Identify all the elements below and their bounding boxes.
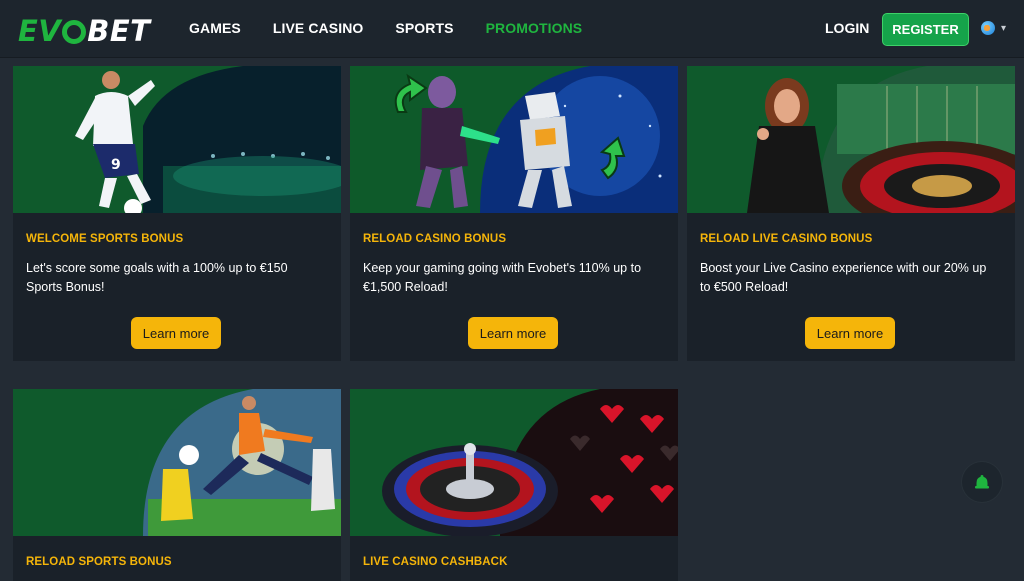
logo-text-bet: BET bbox=[87, 14, 151, 48]
support-chat-button[interactable] bbox=[962, 462, 1002, 502]
promo-title: WELCOME SPORTS BONUS bbox=[26, 233, 184, 245]
learn-more-button[interactable]: Learn more bbox=[805, 317, 895, 349]
alien-robot-space-image bbox=[350, 66, 678, 213]
nav-sports[interactable]: SPORTS bbox=[395, 20, 453, 36]
learn-more-button[interactable]: Learn more bbox=[468, 317, 558, 349]
promo-card-welcome-sports: 9 WELCOME SPORTS BONUS Let's score some … bbox=[13, 66, 341, 361]
promo-description: Boost your Live Casino experience with o… bbox=[700, 261, 987, 294]
register-button[interactable]: REGISTER bbox=[882, 13, 969, 46]
evobet-logo[interactable]: EV BET bbox=[18, 14, 150, 48]
promo-title: LIVE CASINO CASHBACK bbox=[363, 556, 508, 568]
promo-title: RELOAD SPORTS BONUS bbox=[26, 556, 172, 568]
language-selector[interactable]: ▾ bbox=[981, 21, 1006, 35]
promo-card-reload-sports: RELOAD SPORTS BONUS bbox=[13, 389, 341, 581]
nav-live-casino[interactable]: LIVE CASINO bbox=[273, 20, 364, 36]
svg-text:9: 9 bbox=[111, 157, 121, 173]
promo-description: Keep your gaming going with Evobet's 110… bbox=[363, 261, 642, 294]
main-nav: GAMES LIVE CASINO SPORTS PROMOTIONS bbox=[189, 20, 614, 36]
nav-games[interactable]: GAMES bbox=[189, 20, 241, 36]
promo-card-reload-casino: RELOAD CASINO BONUS Keep your gaming goi… bbox=[350, 66, 678, 361]
nav-promotions[interactable]: PROMOTIONS bbox=[486, 20, 583, 36]
promo-description: Let's score some goals with a 100% up to… bbox=[26, 261, 288, 294]
top-navigation-bar: EV BET GAMES LIVE CASINO SPORTS PROMOTIO… bbox=[0, 0, 1024, 58]
login-link[interactable]: LOGIN bbox=[825, 20, 869, 36]
logo-o-ring bbox=[62, 20, 87, 44]
promo-card-live-casino-cashback: LIVE CASINO CASHBACK bbox=[350, 389, 678, 581]
logo-text-ev: EV bbox=[18, 14, 62, 48]
promo-title: RELOAD CASINO BONUS bbox=[363, 233, 507, 245]
bell-icon bbox=[975, 475, 989, 489]
football-kick-stadium-image bbox=[13, 389, 341, 536]
football-player-stadium-image: 9 bbox=[13, 66, 341, 213]
chevron-down-icon: ▾ bbox=[1001, 22, 1007, 34]
promo-title: RELOAD LIVE CASINO BONUS bbox=[700, 233, 873, 245]
learn-more-button[interactable]: Learn more bbox=[131, 317, 221, 349]
dealer-roulette-table-image bbox=[687, 66, 1015, 213]
promo-card-reload-live-casino: RELOAD LIVE CASINO BONUS Boost your Live… bbox=[687, 66, 1015, 361]
globe-icon bbox=[981, 21, 995, 35]
roulette-wheel-hearts-image bbox=[350, 389, 678, 536]
